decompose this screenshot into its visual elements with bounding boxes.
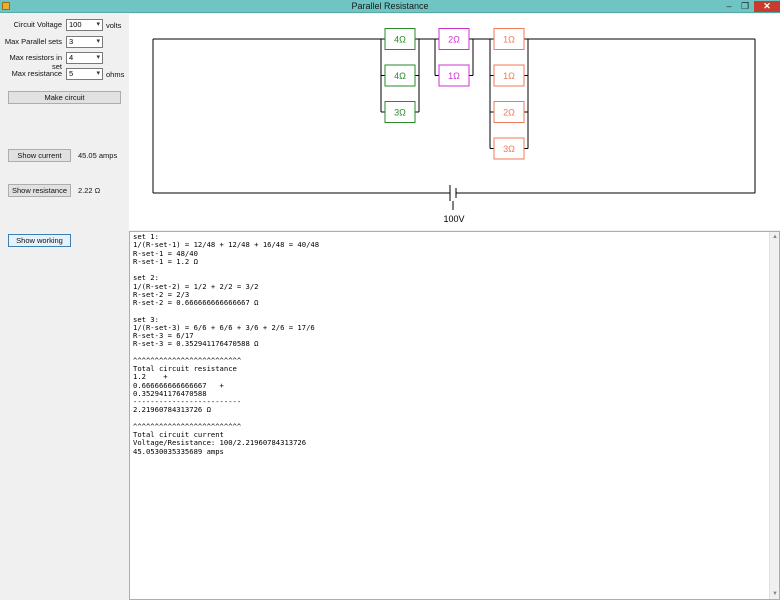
max-parallel-sets-value: 3: [69, 37, 74, 46]
max-parallel-sets-select[interactable]: 3 ▾: [66, 36, 103, 48]
resistor-label: 1Ω: [503, 71, 515, 81]
max-resistors-select[interactable]: 4 ▾: [66, 52, 103, 64]
window-title: Parallel Resistance: [351, 1, 429, 11]
vertical-scrollbar[interactable]: ▲ ▼: [769, 232, 779, 599]
circuit-voltage-select[interactable]: 100 ▾: [66, 19, 103, 31]
working-textarea[interactable]: set 1: 1/(R-set-1) = 12/48 + 12/48 + 16/…: [129, 231, 780, 600]
circuit-panel: 100V 4Ω 4Ω 3Ω 2Ω 1Ω 1Ω 1Ω 2Ω 3Ω: [129, 14, 780, 230]
chevron-down-icon: ▾: [96, 38, 100, 45]
resistor-set-1: 4Ω 4Ω 3Ω: [380, 28, 420, 123]
resistor-label: 2Ω: [503, 108, 515, 118]
chevron-down-icon: ▾: [96, 54, 100, 61]
working-text: set 1: 1/(R-set-1) = 12/48 + 12/48 + 16/…: [133, 232, 320, 456]
make-circuit-button[interactable]: Make circuit: [8, 91, 121, 104]
max-resistance-select[interactable]: 5 ▾: [66, 68, 103, 80]
resistor-label: 2Ω: [448, 35, 460, 45]
resistor-set-3: 1Ω 1Ω 2Ω 3Ω: [489, 28, 529, 160]
scroll-down-icon[interactable]: ▼: [770, 589, 780, 599]
battery: [449, 185, 457, 210]
minimize-button[interactable]: –: [722, 1, 736, 12]
show-working-button[interactable]: Show working: [8, 234, 71, 247]
resistor-label: 3Ω: [503, 144, 515, 154]
resistor-label: 3Ω: [394, 108, 406, 118]
resistor-label: 1Ω: [503, 35, 515, 45]
circuit-voltage-unit: volts: [106, 21, 122, 30]
circuit-voltage-label: Circuit Voltage: [13, 20, 62, 29]
resistor-label: 1Ω: [448, 71, 460, 81]
main-wire-loop: [152, 38, 756, 194]
resistor-label: 4Ω: [394, 35, 406, 45]
chevron-down-icon: ▾: [96, 21, 100, 28]
scroll-up-icon[interactable]: ▲: [770, 232, 780, 242]
resistor-set-2: 2Ω 1Ω: [434, 28, 474, 87]
max-resistance-value: 5: [69, 69, 74, 78]
resistance-value: 2.22 Ω: [78, 186, 101, 195]
resistor-sets: 4Ω 4Ω 3Ω 2Ω 1Ω 1Ω 1Ω 2Ω 3Ω: [380, 28, 529, 160]
circuit-voltage-value: 100: [69, 20, 82, 29]
show-resistance-button[interactable]: Show resistance: [8, 184, 71, 197]
restore-button[interactable]: ❐: [738, 1, 752, 12]
battery-voltage-label: 100V: [443, 214, 464, 224]
title-bar: Parallel Resistance – ❐ ✕: [0, 0, 780, 13]
circuit-diagram: 100V 4Ω 4Ω 3Ω 2Ω 1Ω 1Ω 1Ω 2Ω 3Ω: [152, 28, 756, 224]
max-parallel-sets-label: Max Parallel sets: [4, 37, 62, 46]
resistor-label: 4Ω: [394, 71, 406, 81]
max-resistance-label: Max resistance: [11, 69, 62, 78]
max-resistors-value: 4: [69, 53, 74, 62]
current-value: 45.05 amps: [78, 151, 118, 160]
close-button[interactable]: ✕: [754, 1, 780, 12]
show-current-button[interactable]: Show current: [8, 149, 71, 162]
max-resistance-unit: ohms: [106, 70, 125, 79]
chevron-down-icon: ▾: [96, 70, 100, 77]
